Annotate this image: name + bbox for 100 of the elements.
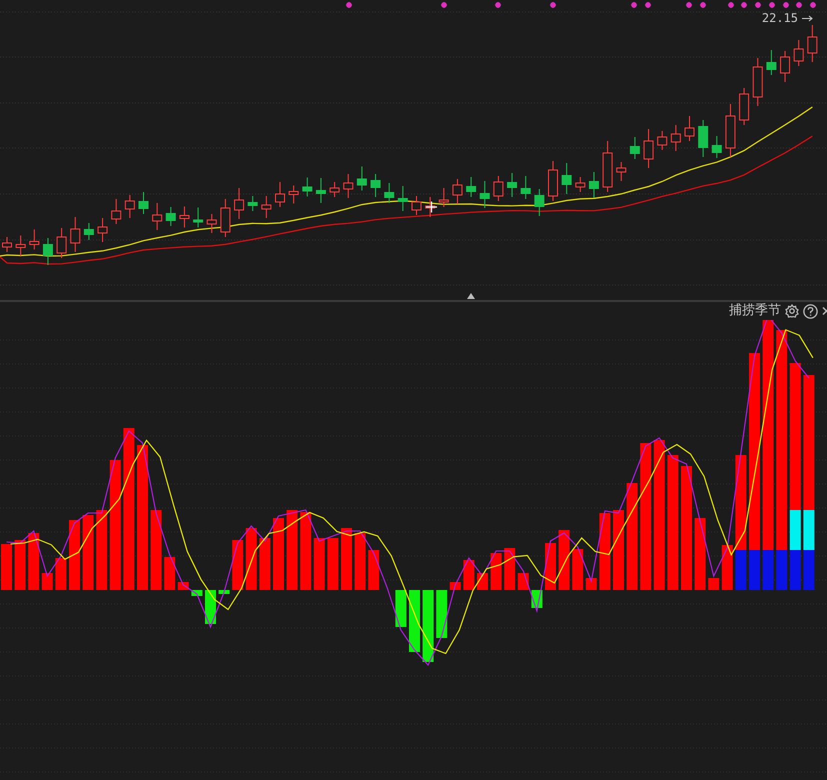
histogram-bar (178, 582, 189, 590)
histogram-bar (504, 548, 516, 590)
histogram-bar (518, 573, 529, 590)
candlestick (356, 166, 367, 191)
histogram-bar (409, 590, 420, 652)
histogram-bar (545, 543, 556, 590)
signal-marker-icon (768, 1, 776, 9)
signal-marker-icon (809, 1, 817, 9)
settings-icon[interactable] (785, 304, 799, 318)
candlestick (316, 178, 326, 204)
candlestick (698, 120, 708, 158)
signal-marker-icon (644, 1, 652, 9)
candlestick (234, 188, 244, 220)
candlestick (398, 186, 408, 212)
candlestick (2, 236, 12, 252)
candlestick (548, 160, 558, 202)
candlestick (248, 196, 258, 212)
histogram-bar (558, 530, 570, 590)
signal-marker-icon (727, 1, 735, 9)
candlestick (807, 24, 818, 62)
histogram-bar (354, 533, 366, 590)
candlestick (725, 104, 736, 158)
histogram-bar (803, 550, 814, 590)
arrow-right-icon (802, 14, 813, 22)
candlestick (507, 172, 518, 198)
histogram-bar (69, 520, 80, 590)
histogram-bar (327, 538, 338, 590)
candlestick (98, 218, 108, 242)
signal-marker-icon (494, 1, 502, 9)
candlestick (275, 182, 285, 208)
candlestick (179, 206, 190, 228)
histogram-bar (368, 550, 380, 590)
crosshair-cursor-icon (425, 200, 438, 214)
collapse-triangle-icon[interactable] (467, 293, 475, 299)
histogram-bar (341, 528, 352, 590)
candlestick (657, 130, 668, 150)
candlestick (384, 182, 394, 204)
histogram-bar (722, 545, 733, 590)
histogram-bar (708, 578, 720, 590)
histogram-bar (694, 518, 706, 590)
signal-marker-icon (630, 1, 638, 9)
candlestick (588, 172, 599, 198)
indicator-title: 捕捞季节 (729, 302, 781, 320)
histogram-bar (232, 540, 244, 590)
candlestick (152, 202, 162, 230)
histogram-bar (164, 557, 176, 590)
candlestick (493, 176, 504, 202)
candlestick (780, 50, 790, 82)
candlestick (206, 214, 217, 234)
candlestick (138, 192, 148, 214)
signal-marker-icon (754, 1, 762, 9)
histogram-bar (586, 578, 597, 590)
histogram-bar (395, 590, 406, 627)
histogram-bar (1, 544, 12, 590)
candlestick (111, 198, 122, 224)
candlestick (562, 162, 572, 194)
signal-marker-icon (685, 1, 693, 9)
candlestick (466, 176, 476, 198)
candlestick (124, 194, 135, 218)
candlestick (739, 88, 750, 126)
signal-marker-icon (699, 1, 707, 9)
candlestick (752, 58, 763, 106)
signal-marker-icon (795, 1, 803, 9)
candlestick (166, 206, 176, 226)
histogram-bar (790, 550, 801, 590)
signal-marker-icon (782, 1, 790, 9)
candlestick (425, 196, 436, 218)
candlestick (644, 128, 654, 168)
help-icon[interactable] (803, 304, 818, 318)
histogram-bar (42, 573, 53, 590)
candlestick (712, 136, 722, 158)
signal-marker-icon (345, 1, 353, 9)
histogram-bar (218, 590, 230, 594)
histogram-bar (28, 533, 40, 590)
histogram-bar (246, 528, 257, 590)
candlestick (302, 177, 312, 197)
candlestick (412, 196, 422, 216)
signal-marker-icon (440, 1, 448, 9)
histogram-bar (490, 553, 502, 590)
histogram-bar (477, 573, 488, 590)
histogram-bar (436, 590, 448, 638)
candlestick (261, 196, 272, 218)
high-price-label: 22.15 (762, 11, 798, 25)
candlestick (534, 188, 544, 216)
candlestick (684, 116, 694, 142)
histogram-bar (55, 558, 66, 590)
candlestick (520, 176, 531, 200)
candlestick (766, 50, 776, 76)
candlestick (452, 178, 462, 204)
candlestick (193, 207, 204, 228)
candlestick (480, 180, 490, 208)
candlestick (602, 140, 613, 192)
histogram-bar (14, 540, 26, 590)
candlestick (616, 162, 626, 182)
candlestick (438, 188, 449, 208)
histogram-bar (422, 590, 434, 662)
signal-marker-icon (549, 1, 557, 9)
candlestick (794, 40, 804, 66)
candlestick (343, 174, 354, 198)
histogram-bar (314, 538, 325, 590)
